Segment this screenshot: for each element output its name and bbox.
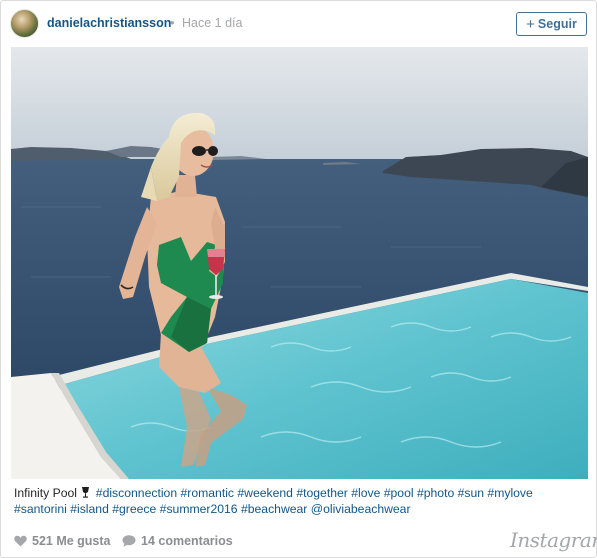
post-footer: 521 Me gusta 14 comentarios Instagram <box>1 524 597 558</box>
caption-line-2: #santorini #island #greece #summer2016 #… <box>14 501 584 517</box>
caption-hashtags-1[interactable]: #disconnection #romantic #weekend #toget… <box>96 486 533 500</box>
likes-counter[interactable]: 521 Me gusta <box>14 534 111 548</box>
post-caption: Infinity Pool #disconnection #romantic #… <box>14 485 584 517</box>
comments-label: 14 comentarios <box>141 534 233 548</box>
username-link[interactable]: danielachristiansson <box>47 16 171 30</box>
heart-icon <box>14 535 27 547</box>
photo-illustration <box>11 47 588 479</box>
cocktail-glass-icon <box>82 487 90 498</box>
likes-label: 521 Me gusta <box>32 534 111 548</box>
avatar[interactable] <box>10 9 39 38</box>
caption-hashtags-2[interactable]: #santorini #island #greece #summer2016 #… <box>14 502 411 516</box>
comment-bubble-icon <box>122 535 136 547</box>
comments-counter[interactable]: 14 comentarios <box>122 534 233 548</box>
follow-button[interactable]: + Seguir <box>516 12 587 36</box>
post-card: danielachristiansson • Hace 1 día + Segu… <box>0 0 597 558</box>
post-header: danielachristiansson • Hace 1 día + Segu… <box>1 1 596 46</box>
caption-title: Infinity Pool <box>14 486 78 500</box>
caption-line-1: Infinity Pool #disconnection #romantic #… <box>14 485 584 501</box>
follow-label: Seguir <box>537 17 577 31</box>
post-photo[interactable] <box>11 47 588 479</box>
post-timestamp: Hace 1 día <box>182 16 243 30</box>
instagram-logo[interactable]: Instagram <box>510 528 597 552</box>
separator-dot: • <box>170 15 175 30</box>
plus-icon: + <box>526 15 535 33</box>
